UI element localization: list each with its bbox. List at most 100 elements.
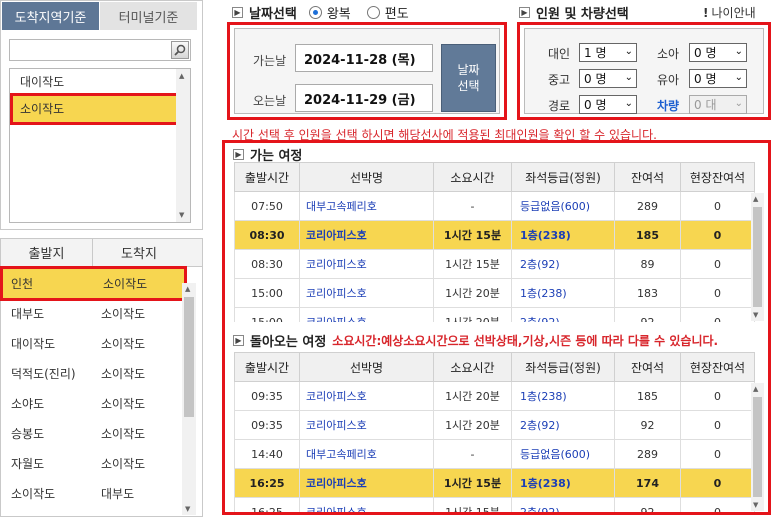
trip-ship[interactable]: 코리아피스호 bbox=[299, 249, 434, 279]
scroll-down-icon[interactable]: ▼ bbox=[753, 501, 758, 509]
trip-row[interactable]: 07:50 대부고속페리호 - 등급없음(600) 289 0 bbox=[234, 191, 755, 221]
route-row-selected[interactable]: 인천 소이작도 bbox=[0, 266, 187, 301]
trip-ship[interactable]: 코리아피스호 bbox=[299, 410, 434, 440]
trip-ship[interactable]: 코리아피스호 bbox=[299, 220, 434, 250]
infant-select[interactable]: 0 명 ⌄ bbox=[689, 69, 747, 88]
adult-select[interactable]: 1 명 ⌄ bbox=[579, 43, 637, 62]
tab-arrival-area[interactable]: 도착지역기준 bbox=[2, 2, 99, 30]
scroll-down-icon[interactable]: ▼ bbox=[753, 311, 758, 319]
trip-ship[interactable]: 코리아피스호 bbox=[299, 497, 434, 512]
trip-row[interactable]: 09:35 코리아피스호 1시간 20분 1층(238) 185 0 bbox=[234, 381, 755, 411]
return-date-label: 오는날 bbox=[253, 94, 287, 108]
route-to: 소이작도 bbox=[101, 336, 146, 351]
trip-row[interactable]: 08:30 코리아피스호 1시간 15분 2층(92) 89 0 bbox=[234, 249, 755, 279]
trip-grade[interactable]: 1층(238) bbox=[511, 468, 615, 498]
trip-grade[interactable]: 2층(92) bbox=[511, 249, 615, 279]
trip-grade[interactable]: 등급없음(600) bbox=[511, 191, 615, 221]
chevron-down-icon: ⌄ bbox=[734, 46, 743, 57]
trip-grade[interactable]: 2층(92) bbox=[511, 410, 615, 440]
age-guide-label: 나이안내 bbox=[711, 6, 756, 20]
return-scrollbar[interactable]: ▲ ▼ bbox=[751, 383, 764, 511]
radio-roundtrip[interactable]: 왕복 bbox=[308, 3, 351, 22]
route-row[interactable]: 대부도 소이작도 bbox=[1, 298, 202, 328]
col-remaining: 잔여석 bbox=[614, 162, 681, 192]
route-header: 출발지 도착지 bbox=[1, 239, 202, 267]
child-select[interactable]: 0 명 ⌄ bbox=[689, 43, 747, 62]
trip-ship[interactable]: 코리아피스호 bbox=[299, 307, 434, 322]
route-to: 소이작도 bbox=[101, 456, 146, 471]
area-item-selected[interactable]: 소이작도 bbox=[10, 93, 179, 125]
trip-ship[interactable]: 코리아피스호 bbox=[299, 468, 434, 498]
trip-grade[interactable]: 1층(238) bbox=[511, 220, 615, 250]
col-departure-time: 출발시간 bbox=[234, 352, 300, 382]
trip-ship[interactable]: 코리아피스호 bbox=[299, 278, 434, 308]
trip-onsite: 0 bbox=[680, 307, 755, 322]
return-date-field[interactable]: 2024-11-29 (금) bbox=[295, 84, 433, 112]
trip-grade[interactable]: 1층(238) bbox=[511, 278, 615, 308]
trip-ship[interactable]: 대부고속페리호 bbox=[299, 191, 434, 221]
trip-seats: 183 bbox=[614, 278, 681, 308]
scroll-up-icon[interactable]: ▲ bbox=[179, 72, 184, 80]
area-list-scrollbar[interactable]: ▲ ▼ bbox=[176, 69, 190, 222]
tab-terminal[interactable]: 터미널기준 bbox=[100, 2, 197, 30]
trip-grade[interactable]: 2층(92) bbox=[511, 307, 615, 322]
age-guide-link[interactable]: ! 나이안내 bbox=[703, 4, 756, 21]
outbound-header-row: 출발시간 선박명 소요시간 좌석등급(정원) 잔여석 현장잔여석 bbox=[234, 162, 755, 192]
trip-row-selected[interactable]: 08:30 코리아피스호 1시간 15분 1층(238) 185 0 bbox=[234, 220, 755, 250]
col-ship-name: 선박명 bbox=[299, 162, 434, 192]
trip-grade[interactable]: 1층(238) bbox=[511, 381, 615, 411]
scroll-up-icon[interactable]: ▲ bbox=[185, 285, 190, 293]
trip-row[interactable]: 15:00 코리아피스호 1시간 20분 2층(92) 92 0 bbox=[234, 307, 755, 322]
outbound-scrollbar[interactable]: ▲ ▼ bbox=[751, 193, 764, 321]
trip-row[interactable]: 15:00 코리아피스호 1시간 20분 1층(238) 183 0 bbox=[234, 278, 755, 308]
radio-dot[interactable] bbox=[366, 6, 380, 19]
date-select-button[interactable]: 날짜 선택 bbox=[441, 44, 496, 112]
route-row[interactable]: 대이작도 소이작도 bbox=[1, 328, 202, 358]
return-section-header: ▶ 돌아오는 여정 소요시간:예상소요시간으로 선박상태,기상,시즌 등에 따라… bbox=[233, 331, 718, 350]
route-list-scrollbar[interactable]: ▲ ▼ bbox=[182, 283, 196, 515]
col-seat-grade: 좌석등급(정원) bbox=[511, 162, 615, 192]
route-row[interactable]: 소야도 소이작도 bbox=[1, 388, 202, 418]
radio-oneway[interactable]: 편도 bbox=[366, 3, 409, 22]
senior-select[interactable]: 0 명 ⌄ bbox=[579, 95, 637, 114]
scroll-up-icon[interactable]: ▲ bbox=[753, 385, 758, 393]
area-item[interactable]: 대이작도 bbox=[10, 69, 190, 96]
date-section-title: 날짜선택 bbox=[249, 7, 297, 22]
person-section-title: 인원 및 차량선택 bbox=[536, 7, 629, 22]
area-search-input[interactable] bbox=[9, 39, 191, 61]
person-inner-panel: 대인 1 명 ⌄ 소아 0 명 ⌄ 중고 0 명 ⌄ 유아 0 명 ⌄ 경로 0… bbox=[524, 28, 764, 114]
car-select[interactable]: 0 대 ⌄ bbox=[689, 95, 747, 114]
route-row[interactable]: 덕적도(진리) 소이작도 bbox=[1, 358, 202, 388]
radio-dot-checked[interactable] bbox=[308, 6, 322, 19]
depart-date-field[interactable]: 2024-11-28 (목) bbox=[295, 44, 433, 72]
route-header-departure: 출발지 bbox=[1, 239, 93, 266]
search-button[interactable] bbox=[171, 41, 189, 59]
trip-grade[interactable]: 2층(92) bbox=[511, 497, 615, 512]
scroll-thumb[interactable] bbox=[753, 397, 762, 497]
trip-time: 08:30 bbox=[234, 249, 300, 279]
trip-grade[interactable]: 등급없음(600) bbox=[511, 439, 615, 469]
route-row[interactable]: 승봉도 소이작도 bbox=[1, 418, 202, 448]
return-table-wrap: 출발시간 선박명 소요시간 좌석등급(정원) 잔여석 현장잔여석 09:35 코… bbox=[225, 352, 768, 512]
trip-ship[interactable]: 코리아피스호 bbox=[299, 381, 434, 411]
trip-row[interactable]: 09:35 코리아피스호 1시간 20분 2층(92) 92 0 bbox=[234, 410, 755, 440]
trip-row[interactable]: 16:25 코리아피스호 1시간 15분 2층(92) 92 0 bbox=[234, 497, 755, 512]
route-row[interactable]: 자월도 소이작도 bbox=[1, 448, 202, 478]
col-onsite-remaining: 현장잔여석 bbox=[680, 162, 755, 192]
trip-row-selected[interactable]: 16:25 코리아피스호 1시간 15분 1층(238) 174 0 bbox=[234, 468, 755, 498]
trip-row[interactable]: 14:40 대부고속페리호 - 등급없음(600) 289 0 bbox=[234, 439, 755, 469]
trip-onsite: 0 bbox=[680, 439, 755, 469]
scroll-thumb[interactable] bbox=[753, 207, 762, 307]
route-row[interactable]: 소이작도 대부도 bbox=[1, 478, 202, 508]
scroll-thumb[interactable] bbox=[184, 297, 194, 417]
depart-date-label: 가는날 bbox=[253, 54, 287, 68]
scroll-up-icon[interactable]: ▲ bbox=[753, 195, 758, 203]
scroll-down-icon[interactable]: ▼ bbox=[179, 211, 184, 219]
chevron-down-icon: ⌄ bbox=[624, 72, 633, 83]
trip-duration: 1시간 15분 bbox=[433, 497, 512, 512]
route-from: 소이작도 bbox=[11, 486, 56, 501]
teen-select[interactable]: 0 명 ⌄ bbox=[579, 69, 637, 88]
scroll-down-icon[interactable]: ▼ bbox=[185, 505, 190, 513]
trip-ship[interactable]: 대부고속페리호 bbox=[299, 439, 434, 469]
arrow-right-icon: ▶ bbox=[233, 149, 244, 160]
